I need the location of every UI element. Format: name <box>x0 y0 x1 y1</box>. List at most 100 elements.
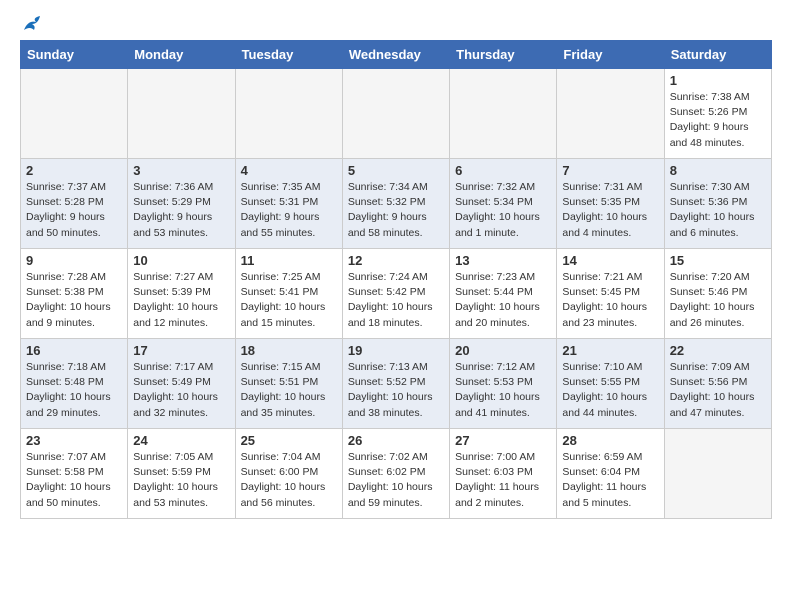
day-info: Sunrise: 7:32 AM Sunset: 5:34 PM Dayligh… <box>455 180 551 241</box>
calendar-cell: 14 Sunrise: 7:21 AM Sunset: 5:45 PM Dayli… <box>557 249 664 339</box>
day-info: Sunrise: 7:31 AM Sunset: 5:35 PM Dayligh… <box>562 180 658 241</box>
day-number: 23 <box>26 433 122 448</box>
calendar-cell <box>450 69 557 159</box>
col-header-sunday: Sunday <box>21 41 128 69</box>
calendar-cell <box>235 69 342 159</box>
day-number: 21 <box>562 343 658 358</box>
day-info: Sunrise: 7:25 AM Sunset: 5:41 PM Dayligh… <box>241 270 337 331</box>
calendar-cell: 17 Sunrise: 7:17 AM Sunset: 5:49 PM Dayli… <box>128 339 235 429</box>
col-header-friday: Friday <box>557 41 664 69</box>
calendar-cell: 7 Sunrise: 7:31 AM Sunset: 5:35 PM Daylig… <box>557 159 664 249</box>
day-info: Sunrise: 7:07 AM Sunset: 5:58 PM Dayligh… <box>26 450 122 511</box>
day-info: Sunrise: 7:13 AM Sunset: 5:52 PM Dayligh… <box>348 360 444 421</box>
day-number: 10 <box>133 253 229 268</box>
day-number: 22 <box>670 343 766 358</box>
calendar-week-3: 9Sunrise: 7:28 AM Sunset: 5:38 PM Daylig… <box>21 249 772 339</box>
day-info: Sunrise: 7:36 AM Sunset: 5:29 PM Dayligh… <box>133 180 229 241</box>
day-number: 14 <box>562 253 658 268</box>
day-info: Sunrise: 7:24 AM Sunset: 5:42 PM Dayligh… <box>348 270 444 331</box>
day-number: 20 <box>455 343 551 358</box>
calendar-cell: 25 Sunrise: 7:04 AM Sunset: 6:00 PM Dayli… <box>235 429 342 519</box>
calendar-cell: 4 Sunrise: 7:35 AM Sunset: 5:31 PM Daylig… <box>235 159 342 249</box>
calendar-cell: 19 Sunrise: 7:13 AM Sunset: 5:52 PM Dayli… <box>342 339 449 429</box>
calendar-cell <box>664 429 771 519</box>
day-info: Sunrise: 7:02 AM Sunset: 6:02 PM Dayligh… <box>348 450 444 511</box>
day-number: 1 <box>670 73 766 88</box>
day-info: Sunrise: 7:34 AM Sunset: 5:32 PM Dayligh… <box>348 180 444 241</box>
day-info: Sunrise: 7:21 AM Sunset: 5:45 PM Dayligh… <box>562 270 658 331</box>
day-info: Sunrise: 7:23 AM Sunset: 5:44 PM Dayligh… <box>455 270 551 331</box>
calendar-cell: 9Sunrise: 7:28 AM Sunset: 5:38 PM Daylig… <box>21 249 128 339</box>
day-info: Sunrise: 7:37 AM Sunset: 5:28 PM Dayligh… <box>26 180 122 241</box>
day-number: 26 <box>348 433 444 448</box>
calendar-cell: 11 Sunrise: 7:25 AM Sunset: 5:41 PM Dayli… <box>235 249 342 339</box>
day-number: 25 <box>241 433 337 448</box>
col-header-wednesday: Wednesday <box>342 41 449 69</box>
day-info: Sunrise: 7:28 AM Sunset: 5:38 PM Dayligh… <box>26 270 122 331</box>
logo <box>20 20 44 30</box>
calendar-cell: 12 Sunrise: 7:24 AM Sunset: 5:42 PM Dayli… <box>342 249 449 339</box>
day-number: 12 <box>348 253 444 268</box>
day-number: 13 <box>455 253 551 268</box>
calendar-cell <box>557 69 664 159</box>
calendar-week-2: 2 Sunrise: 7:37 AM Sunset: 5:28 PM Daylig… <box>21 159 772 249</box>
col-header-monday: Monday <box>128 41 235 69</box>
day-info: Sunrise: 7:15 AM Sunset: 5:51 PM Dayligh… <box>241 360 337 421</box>
calendar-cell: 5 Sunrise: 7:34 AM Sunset: 5:32 PM Daylig… <box>342 159 449 249</box>
day-number: 27 <box>455 433 551 448</box>
day-number: 4 <box>241 163 337 178</box>
calendar-week-5: 23 Sunrise: 7:07 AM Sunset: 5:58 PM Dayli… <box>21 429 772 519</box>
day-info: Sunrise: 7:27 AM Sunset: 5:39 PM Dayligh… <box>133 270 229 331</box>
day-number: 17 <box>133 343 229 358</box>
day-info: Sunrise: 7:17 AM Sunset: 5:49 PM Dayligh… <box>133 360 229 421</box>
calendar-table: SundayMondayTuesdayWednesdayThursdayFrid… <box>20 40 772 519</box>
day-number: 19 <box>348 343 444 358</box>
calendar-cell: 10 Sunrise: 7:27 AM Sunset: 5:39 PM Dayli… <box>128 249 235 339</box>
calendar-week-4: 16 Sunrise: 7:18 AM Sunset: 5:48 PM Dayli… <box>21 339 772 429</box>
col-header-tuesday: Tuesday <box>235 41 342 69</box>
calendar-week-1: 1 Sunrise: 7:38 AM Sunset: 5:26 PM Daylig… <box>21 69 772 159</box>
day-info: Sunrise: 7:38 AM Sunset: 5:26 PM Dayligh… <box>670 90 766 151</box>
calendar-cell: 6 Sunrise: 7:32 AM Sunset: 5:34 PM Daylig… <box>450 159 557 249</box>
calendar-cell: 26 Sunrise: 7:02 AM Sunset: 6:02 PM Dayli… <box>342 429 449 519</box>
day-info: Sunrise: 7:35 AM Sunset: 5:31 PM Dayligh… <box>241 180 337 241</box>
day-info: Sunrise: 7:09 AM Sunset: 5:56 PM Dayligh… <box>670 360 766 421</box>
day-info: Sunrise: 7:00 AM Sunset: 6:03 PM Dayligh… <box>455 450 551 511</box>
calendar-cell: 15 Sunrise: 7:20 AM Sunset: 5:46 PM Dayli… <box>664 249 771 339</box>
calendar-cell: 27 Sunrise: 7:00 AM Sunset: 6:03 PM Dayli… <box>450 429 557 519</box>
calendar-cell <box>128 69 235 159</box>
calendar-cell <box>342 69 449 159</box>
calendar-cell: 23 Sunrise: 7:07 AM Sunset: 5:58 PM Dayli… <box>21 429 128 519</box>
day-number: 15 <box>670 253 766 268</box>
calendar-header-row: SundayMondayTuesdayWednesdayThursdayFrid… <box>21 41 772 69</box>
day-number: 6 <box>455 163 551 178</box>
calendar-cell: 18Sunrise: 7:15 AM Sunset: 5:51 PM Dayli… <box>235 339 342 429</box>
calendar-cell: 28 Sunrise: 6:59 AM Sunset: 6:04 PM Dayli… <box>557 429 664 519</box>
calendar-cell: 1 Sunrise: 7:38 AM Sunset: 5:26 PM Daylig… <box>664 69 771 159</box>
day-info: Sunrise: 7:18 AM Sunset: 5:48 PM Dayligh… <box>26 360 122 421</box>
calendar-cell: 21 Sunrise: 7:10 AM Sunset: 5:55 PM Dayli… <box>557 339 664 429</box>
calendar-cell: 8Sunrise: 7:30 AM Sunset: 5:36 PM Daylig… <box>664 159 771 249</box>
calendar-cell: 24 Sunrise: 7:05 AM Sunset: 5:59 PM Dayli… <box>128 429 235 519</box>
calendar-cell: 13 Sunrise: 7:23 AM Sunset: 5:44 PM Dayli… <box>450 249 557 339</box>
day-number: 5 <box>348 163 444 178</box>
day-number: 3 <box>133 163 229 178</box>
day-number: 24 <box>133 433 229 448</box>
page-header <box>20 20 772 30</box>
day-number: 11 <box>241 253 337 268</box>
day-info: Sunrise: 7:04 AM Sunset: 6:00 PM Dayligh… <box>241 450 337 511</box>
day-info: Sunrise: 7:10 AM Sunset: 5:55 PM Dayligh… <box>562 360 658 421</box>
calendar-cell: 20Sunrise: 7:12 AM Sunset: 5:53 PM Dayli… <box>450 339 557 429</box>
day-number: 2 <box>26 163 122 178</box>
day-number: 7 <box>562 163 658 178</box>
calendar-cell: 16 Sunrise: 7:18 AM Sunset: 5:48 PM Dayli… <box>21 339 128 429</box>
day-number: 16 <box>26 343 122 358</box>
day-info: Sunrise: 7:20 AM Sunset: 5:46 PM Dayligh… <box>670 270 766 331</box>
day-number: 28 <box>562 433 658 448</box>
calendar-cell: 22 Sunrise: 7:09 AM Sunset: 5:56 PM Dayli… <box>664 339 771 429</box>
calendar-cell: 3 Sunrise: 7:36 AM Sunset: 5:29 PM Daylig… <box>128 159 235 249</box>
day-info: Sunrise: 7:05 AM Sunset: 5:59 PM Dayligh… <box>133 450 229 511</box>
day-info: Sunrise: 6:59 AM Sunset: 6:04 PM Dayligh… <box>562 450 658 511</box>
col-header-saturday: Saturday <box>664 41 771 69</box>
day-info: Sunrise: 7:30 AM Sunset: 5:36 PM Dayligh… <box>670 180 766 241</box>
